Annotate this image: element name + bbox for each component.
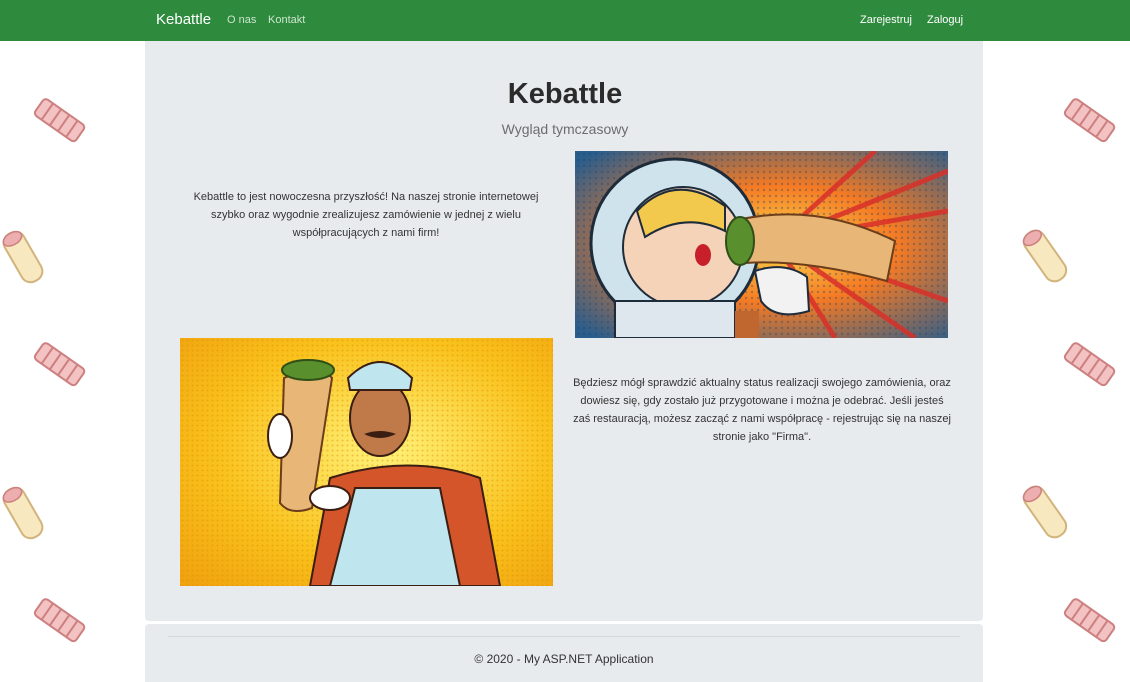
astronaut-eating-kebab-image [575,151,948,338]
top-navbar: Kebattle O nas Kontakt Zarejestruj Zalog… [0,0,1130,41]
brand-link[interactable]: Kebattle [156,11,211,28]
wrap-icon [2,230,44,284]
footer: © 2020 - My ASP.NET Application [145,624,983,682]
wrap-icon [2,486,44,540]
register-link[interactable]: Zarejestruj [860,14,912,26]
nav-link-contact[interactable]: Kontakt [268,14,305,26]
wrap-icon [1022,485,1068,539]
footer-copyright: © 2020 - My ASP.NET Application [474,652,654,666]
login-link[interactable]: Zaloguj [927,14,963,26]
features-paragraph: Będziesz mógł sprawdzić aktualny status … [573,377,951,443]
kebab-skewer-icon [33,342,86,387]
kebab-skewer-icon [1063,598,1116,643]
chef-holding-kebab-image [180,338,553,586]
intro-paragraph: Kebattle to jest nowoczesna przyszłość! … [193,191,539,239]
wrap-icon [1022,229,1068,283]
kebab-skewer-icon [1063,342,1116,387]
page-subtitle: Wygląd tymczasowy [501,121,629,137]
footer-divider [168,636,960,637]
page-title: Kebattle [507,78,623,110]
nav-link-about[interactable]: O nas [227,14,256,26]
kebab-skewer-icon [33,598,86,643]
